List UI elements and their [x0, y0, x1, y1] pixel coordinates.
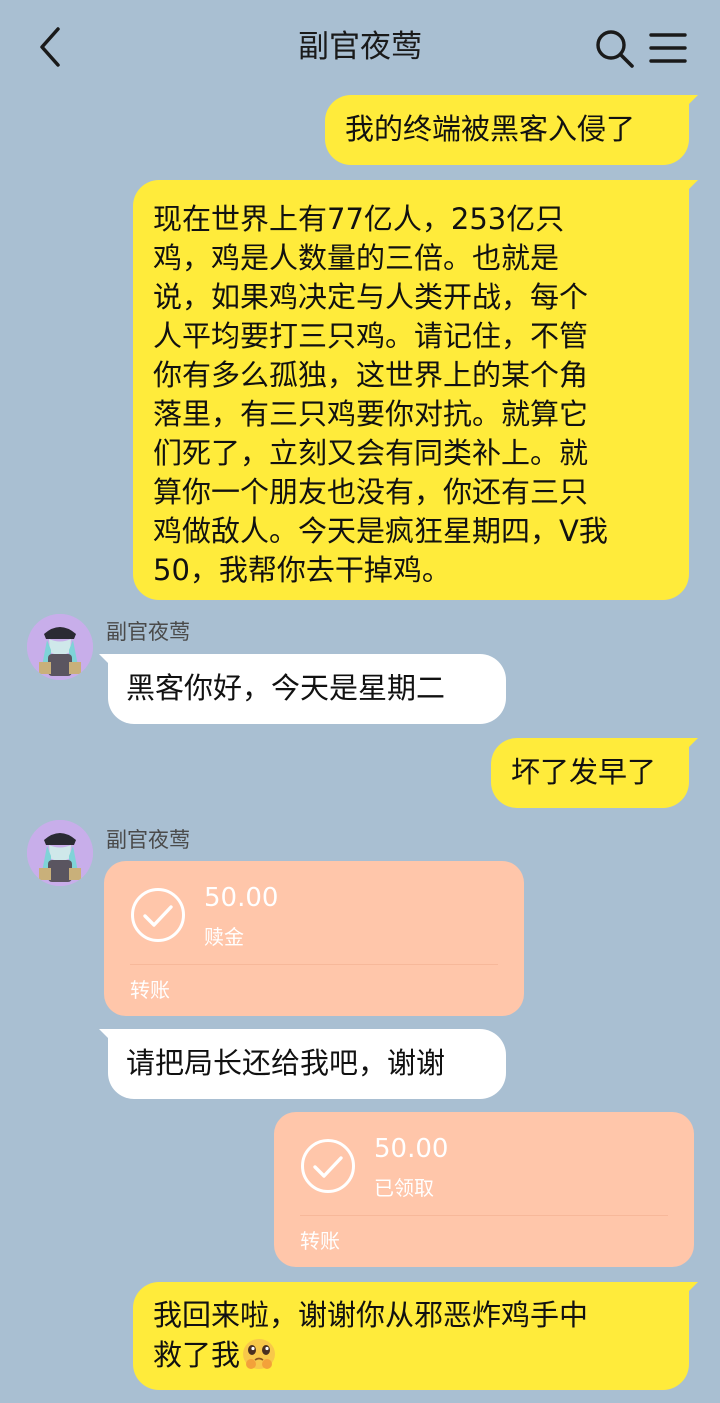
- their-message-bubble[interactable]: 黑客你好，今天是星期二: [99, 654, 506, 724]
- avatar-illustration-icon: [27, 614, 93, 680]
- card-divider: [130, 964, 498, 965]
- contact-avatar[interactable]: [27, 614, 93, 680]
- message-line: 说，如果鸡决定与人类开战，每个: [153, 280, 589, 314]
- search-icon[interactable]: [592, 26, 636, 70]
- transfer-amount: 50.00: [204, 883, 279, 913]
- my-message-bubble[interactable]: 我的终端被黑客入侵了: [325, 95, 698, 165]
- transfer-status: 已领取: [374, 1176, 434, 1200]
- message-line: 算你一个朋友也没有，你还有三只: [153, 475, 589, 509]
- transfer-label: 转账: [300, 1229, 340, 1253]
- hamburger-menu-icon[interactable]: [648, 30, 688, 66]
- message-line: 鸡做敌人。今天是疯狂星期四，V我: [153, 514, 608, 548]
- message-text: 黑客你好，今天是星期二: [126, 671, 446, 705]
- check-circle-icon: [131, 888, 185, 942]
- message-line: 落里，有三只鸡要你对抗。就算它: [153, 397, 589, 431]
- message-line: 救了我: [153, 1338, 241, 1372]
- my-message-bubble-long[interactable]: 现在世界上有77亿人，253亿只 鸡，鸡是人数量的三倍。也就是 说，如果鸡决定与…: [133, 180, 698, 600]
- transfer-note: 赎金: [204, 925, 244, 949]
- message-line: 50，我帮你去干掉鸡。: [153, 553, 451, 587]
- message-line: 人平均要打三只鸡。请记住，不管: [153, 319, 589, 353]
- message-line: 们死了，立刻又会有同类补上。就: [153, 436, 589, 470]
- message-text: 坏了发早了: [511, 755, 657, 789]
- message-line: 现在世界上有77亿人，253亿只: [153, 202, 565, 236]
- card-divider: [300, 1215, 668, 1216]
- message-text: 我的终端被黑客入侵了: [345, 112, 636, 146]
- transfer-card[interactable]: 50.00 赎金 转账: [104, 861, 524, 1016]
- transfer-card-received[interactable]: 50.00 已领取 转账: [274, 1112, 694, 1267]
- message-text: 请把局长还给我吧，谢谢: [126, 1046, 446, 1080]
- avatar-illustration-icon: [27, 820, 93, 886]
- my-message-bubble[interactable]: 我回来啦，谢谢你从邪恶炸鸡手中 救了我: [133, 1282, 698, 1390]
- pleading-face-emoji-icon: [243, 1339, 276, 1369]
- transfer-amount: 50.00: [374, 1134, 449, 1164]
- sender-name: 副官夜莺: [106, 828, 190, 852]
- sender-name: 副官夜莺: [106, 620, 190, 644]
- contact-avatar[interactable]: [27, 820, 93, 886]
- my-message-bubble[interactable]: 坏了发早了: [491, 738, 698, 808]
- check-circle-icon: [301, 1139, 355, 1193]
- message-line: 你有多么孤独，这世界上的某个角: [153, 358, 589, 392]
- their-message-bubble[interactable]: 请把局长还给我吧，谢谢: [99, 1029, 506, 1099]
- message-line: 鸡，鸡是人数量的三倍。也就是: [153, 241, 560, 275]
- transfer-label: 转账: [130, 978, 170, 1002]
- message-line: 我回来啦，谢谢你从邪恶炸鸡手中: [153, 1298, 589, 1332]
